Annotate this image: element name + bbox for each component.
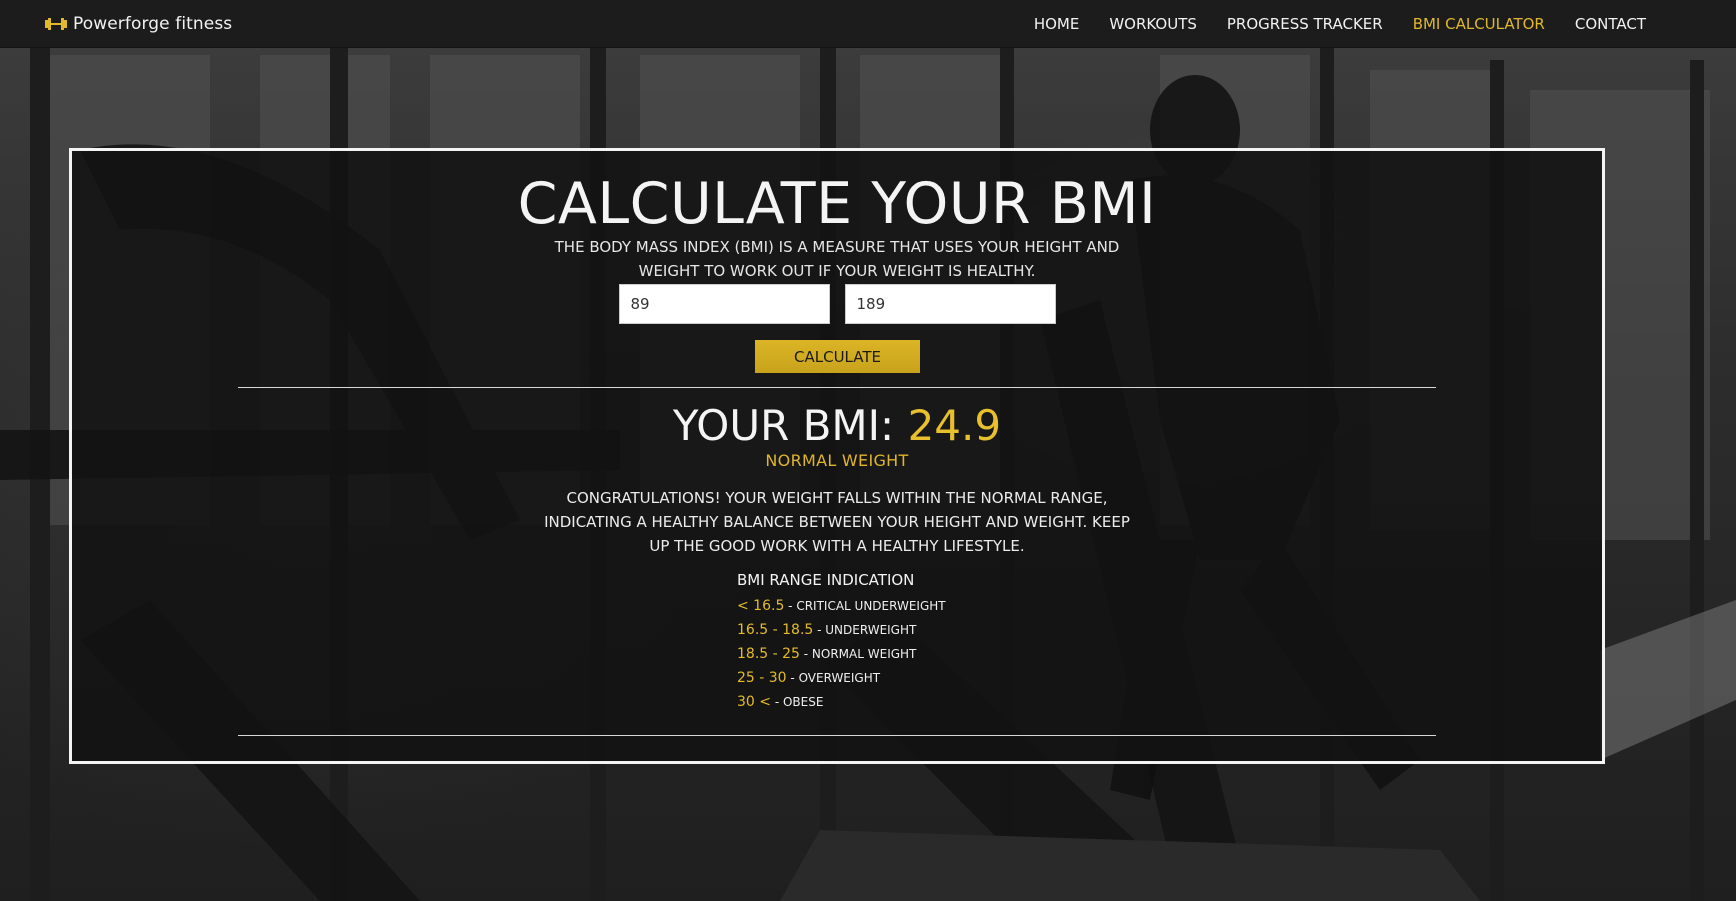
bmi-message: CONGRATULATIONS! YOUR WEIGHT FALLS WITHI… <box>537 486 1137 558</box>
bmi-range-heading: BMI RANGE INDICATION <box>737 571 946 589</box>
bmi-range-row: 18.5 - 25 - NORMAL WEIGHT <box>737 642 946 666</box>
bmi-inputs <box>72 284 1602 324</box>
bmi-range-value: < 16.5 <box>737 598 784 614</box>
bmi-range-value: 25 - 30 <box>737 670 787 686</box>
bmi-range-value: 30 < <box>737 694 771 710</box>
bmi-range-separator: - <box>813 623 825 637</box>
bmi-range-separator: - <box>771 695 783 709</box>
bmi-category: NORMAL WEIGHT <box>72 451 1602 470</box>
nav-item-home[interactable]: HOME <box>1034 15 1080 33</box>
height-input[interactable] <box>845 284 1056 324</box>
brand-link[interactable]: Powerforge fitness <box>45 0 232 48</box>
page: Powerforge fitness HOME WORKOUTS PROGRES… <box>0 0 1736 901</box>
bmi-range-label: UNDERWEIGHT <box>825 623 916 637</box>
page-title: CALCULATE YOUR BMI <box>72 171 1602 237</box>
nav-item-bmi-calculator[interactable]: BMI CALCULATOR <box>1413 15 1545 33</box>
bmi-calculator-card: CALCULATE YOUR BMI THE BODY MASS INDEX (… <box>69 148 1605 764</box>
bmi-range-value: 18.5 - 25 <box>737 646 800 662</box>
navbar: Powerforge fitness HOME WORKOUTS PROGRES… <box>0 0 1736 48</box>
divider-top <box>238 387 1436 388</box>
bmi-range-label: OBESE <box>783 695 823 709</box>
nav-menu: HOME WORKOUTS PROGRESS TRACKER BMI CALCU… <box>1034 0 1646 48</box>
divider-bottom <box>238 735 1436 736</box>
bmi-value: 24.9 <box>908 401 1002 450</box>
bmi-result: YOUR BMI: 24.9 <box>72 401 1602 450</box>
brand-name: Powerforge fitness <box>73 14 232 34</box>
bmi-range-value: 16.5 - 18.5 <box>737 622 813 638</box>
bmi-range-label: OVERWEIGHT <box>799 671 881 685</box>
bmi-range-row: 25 - 30 - OVERWEIGHT <box>737 666 946 690</box>
nav-item-contact[interactable]: CONTACT <box>1575 15 1646 33</box>
nav-item-workouts[interactable]: WORKOUTS <box>1109 15 1197 33</box>
bmi-result-prefix: YOUR BMI: <box>673 401 908 450</box>
bmi-range-separator: - <box>800 647 812 661</box>
bmi-range-separator: - <box>784 599 796 613</box>
bmi-range-label: CRITICAL UNDERWEIGHT <box>796 599 945 613</box>
bmi-range-label: NORMAL WEIGHT <box>812 647 916 661</box>
calculate-button[interactable]: CALCULATE <box>755 340 920 373</box>
bmi-range-separator: - <box>787 671 799 685</box>
nav-item-progress-tracker[interactable]: PROGRESS TRACKER <box>1227 15 1383 33</box>
bmi-range-list: BMI RANGE INDICATION < 16.5 - CRITICAL U… <box>737 571 946 714</box>
dumbbell-icon <box>45 17 67 31</box>
bmi-range-row: 16.5 - 18.5 - UNDERWEIGHT <box>737 618 946 642</box>
bmi-range-row: < 16.5 - CRITICAL UNDERWEIGHT <box>737 594 946 618</box>
weight-input[interactable] <box>619 284 830 324</box>
bmi-description: THE BODY MASS INDEX (BMI) IS A MEASURE T… <box>527 235 1147 283</box>
bmi-range-row: 30 < - OBESE <box>737 690 946 714</box>
